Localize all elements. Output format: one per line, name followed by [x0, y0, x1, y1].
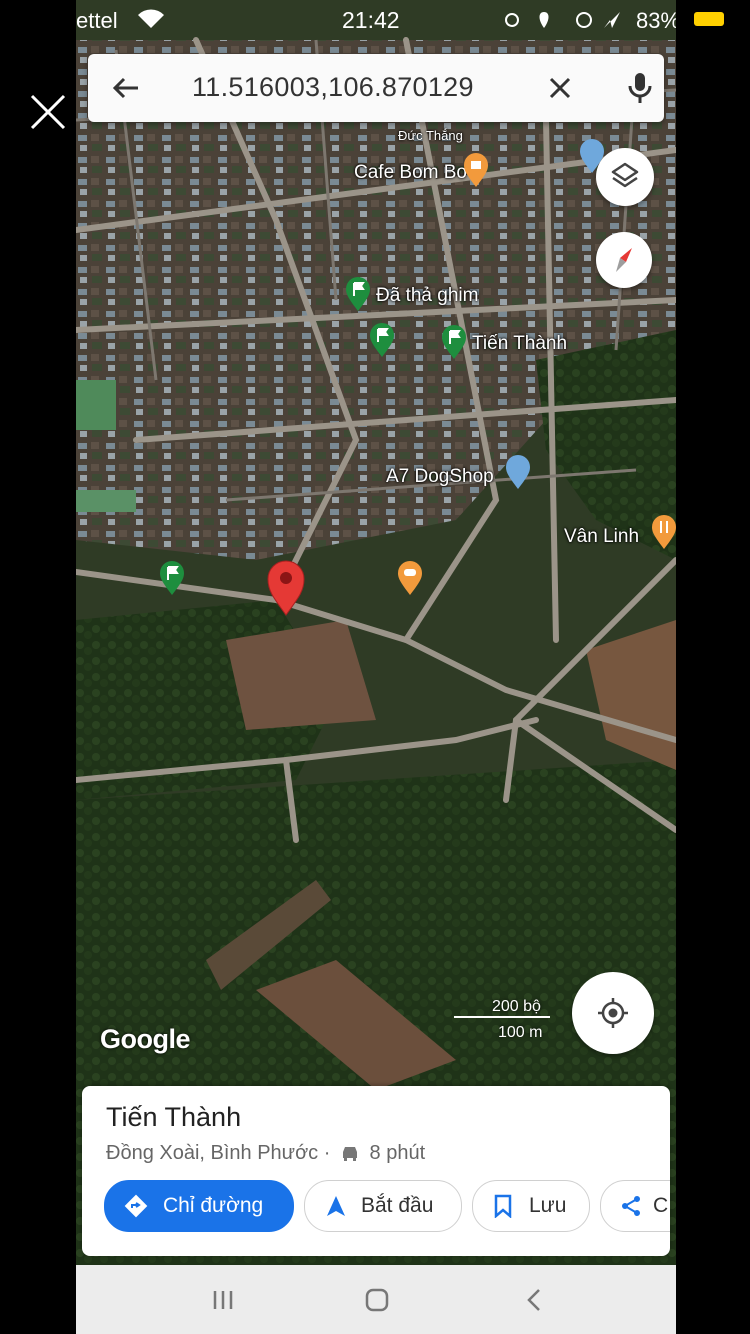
search-input[interactable]: 11.516003,106.870129: [192, 72, 474, 103]
satellite-map[interactable]: [76, 0, 676, 1265]
restaurant-pin-icon[interactable]: [650, 514, 676, 550]
poi-label-van-linh[interactable]: Vân Linh: [564, 526, 639, 548]
carrier-label: ettel: [76, 8, 118, 33]
compass-icon: [610, 244, 638, 281]
shop-pin-icon[interactable]: [504, 454, 532, 490]
save-label: Lưu: [529, 1194, 567, 1217]
directions-button[interactable]: Chỉ đường: [104, 1180, 294, 1232]
wifi-icon: [136, 8, 166, 36]
saved-flag-pin-icon[interactable]: [368, 322, 396, 358]
selected-location-pin-icon[interactable]: [266, 560, 306, 616]
battery-percent: 83%: [636, 8, 676, 33]
directions-icon: [123, 1193, 149, 1225]
saved-flag-pin-icon[interactable]: [158, 560, 186, 596]
pinned-label: Đã thả ghim: [376, 285, 479, 306]
cafe-pin-icon[interactable]: [462, 152, 490, 188]
share-icon: [619, 1194, 643, 1224]
layers-icon: [611, 162, 639, 197]
system-nav-bar: [76, 1265, 676, 1334]
food-pin-icon[interactable]: [396, 560, 424, 596]
travel-time: 8 phút: [369, 1142, 426, 1164]
scale-metric: 100 m: [498, 1024, 543, 1041]
back-icon[interactable]: [520, 1285, 550, 1315]
directions-label: Chỉ đường: [163, 1194, 264, 1217]
map-scale: 200 bộ 100 m: [454, 996, 550, 1041]
bookmark-icon: [493, 1194, 513, 1224]
road-label: Đức Thắng: [398, 128, 463, 143]
status-bar: ettel 21:42 83%: [76, 0, 676, 40]
poi-label-dogshop[interactable]: A7 DogShop: [386, 466, 494, 488]
navigation-arrow-icon: [325, 1194, 347, 1224]
save-button[interactable]: Lưu: [472, 1180, 590, 1232]
recent-apps-icon[interactable]: [208, 1285, 238, 1315]
compass-button[interactable]: [596, 232, 652, 288]
place-region: Đồng Xoài, Bình Phước ·: [106, 1142, 331, 1164]
my-location-button[interactable]: [572, 972, 654, 1054]
start-label: Bắt đầu: [361, 1194, 434, 1217]
place-title: Tiến Thành: [106, 1102, 242, 1132]
poi-pin-icon[interactable]: [578, 138, 606, 174]
mic-icon[interactable]: [624, 70, 656, 106]
start-button[interactable]: Bắt đầu: [304, 1180, 462, 1232]
clear-icon[interactable]: [546, 74, 574, 102]
place-subtitle: Đồng Xoài, Bình Phước · 8 phút: [106, 1142, 425, 1165]
poi-label-cafe[interactable]: Cafe Bom Bo: [354, 162, 467, 184]
status-icons: [504, 10, 624, 36]
back-arrow-icon[interactable]: [110, 72, 142, 104]
share-label: C: [653, 1194, 669, 1217]
car-icon: [340, 1144, 360, 1161]
battery-indicator: [694, 12, 724, 26]
my-location-icon: [597, 997, 629, 1034]
saved-flag-pin-icon[interactable]: [440, 324, 468, 360]
google-logo: Google: [100, 1024, 191, 1054]
phone-screen: ettel 21:42 83% 11.516003,106.870129 Đức…: [76, 0, 676, 1334]
scale-imperial: 200 bộ: [492, 998, 541, 1015]
search-bar[interactable]: 11.516003,106.870129: [88, 54, 664, 122]
home-icon[interactable]: [362, 1285, 392, 1315]
close-icon[interactable]: [28, 92, 68, 132]
tien-thanh-label: Tiến Thành: [472, 333, 568, 354]
place-card[interactable]: Tiến Thành Đồng Xoài, Bình Phước · 8 phú…: [82, 1086, 670, 1256]
saved-flag-pin-icon[interactable]: [344, 276, 372, 312]
clock-time: 21:42: [342, 7, 400, 33]
share-button[interactable]: C: [600, 1180, 670, 1232]
